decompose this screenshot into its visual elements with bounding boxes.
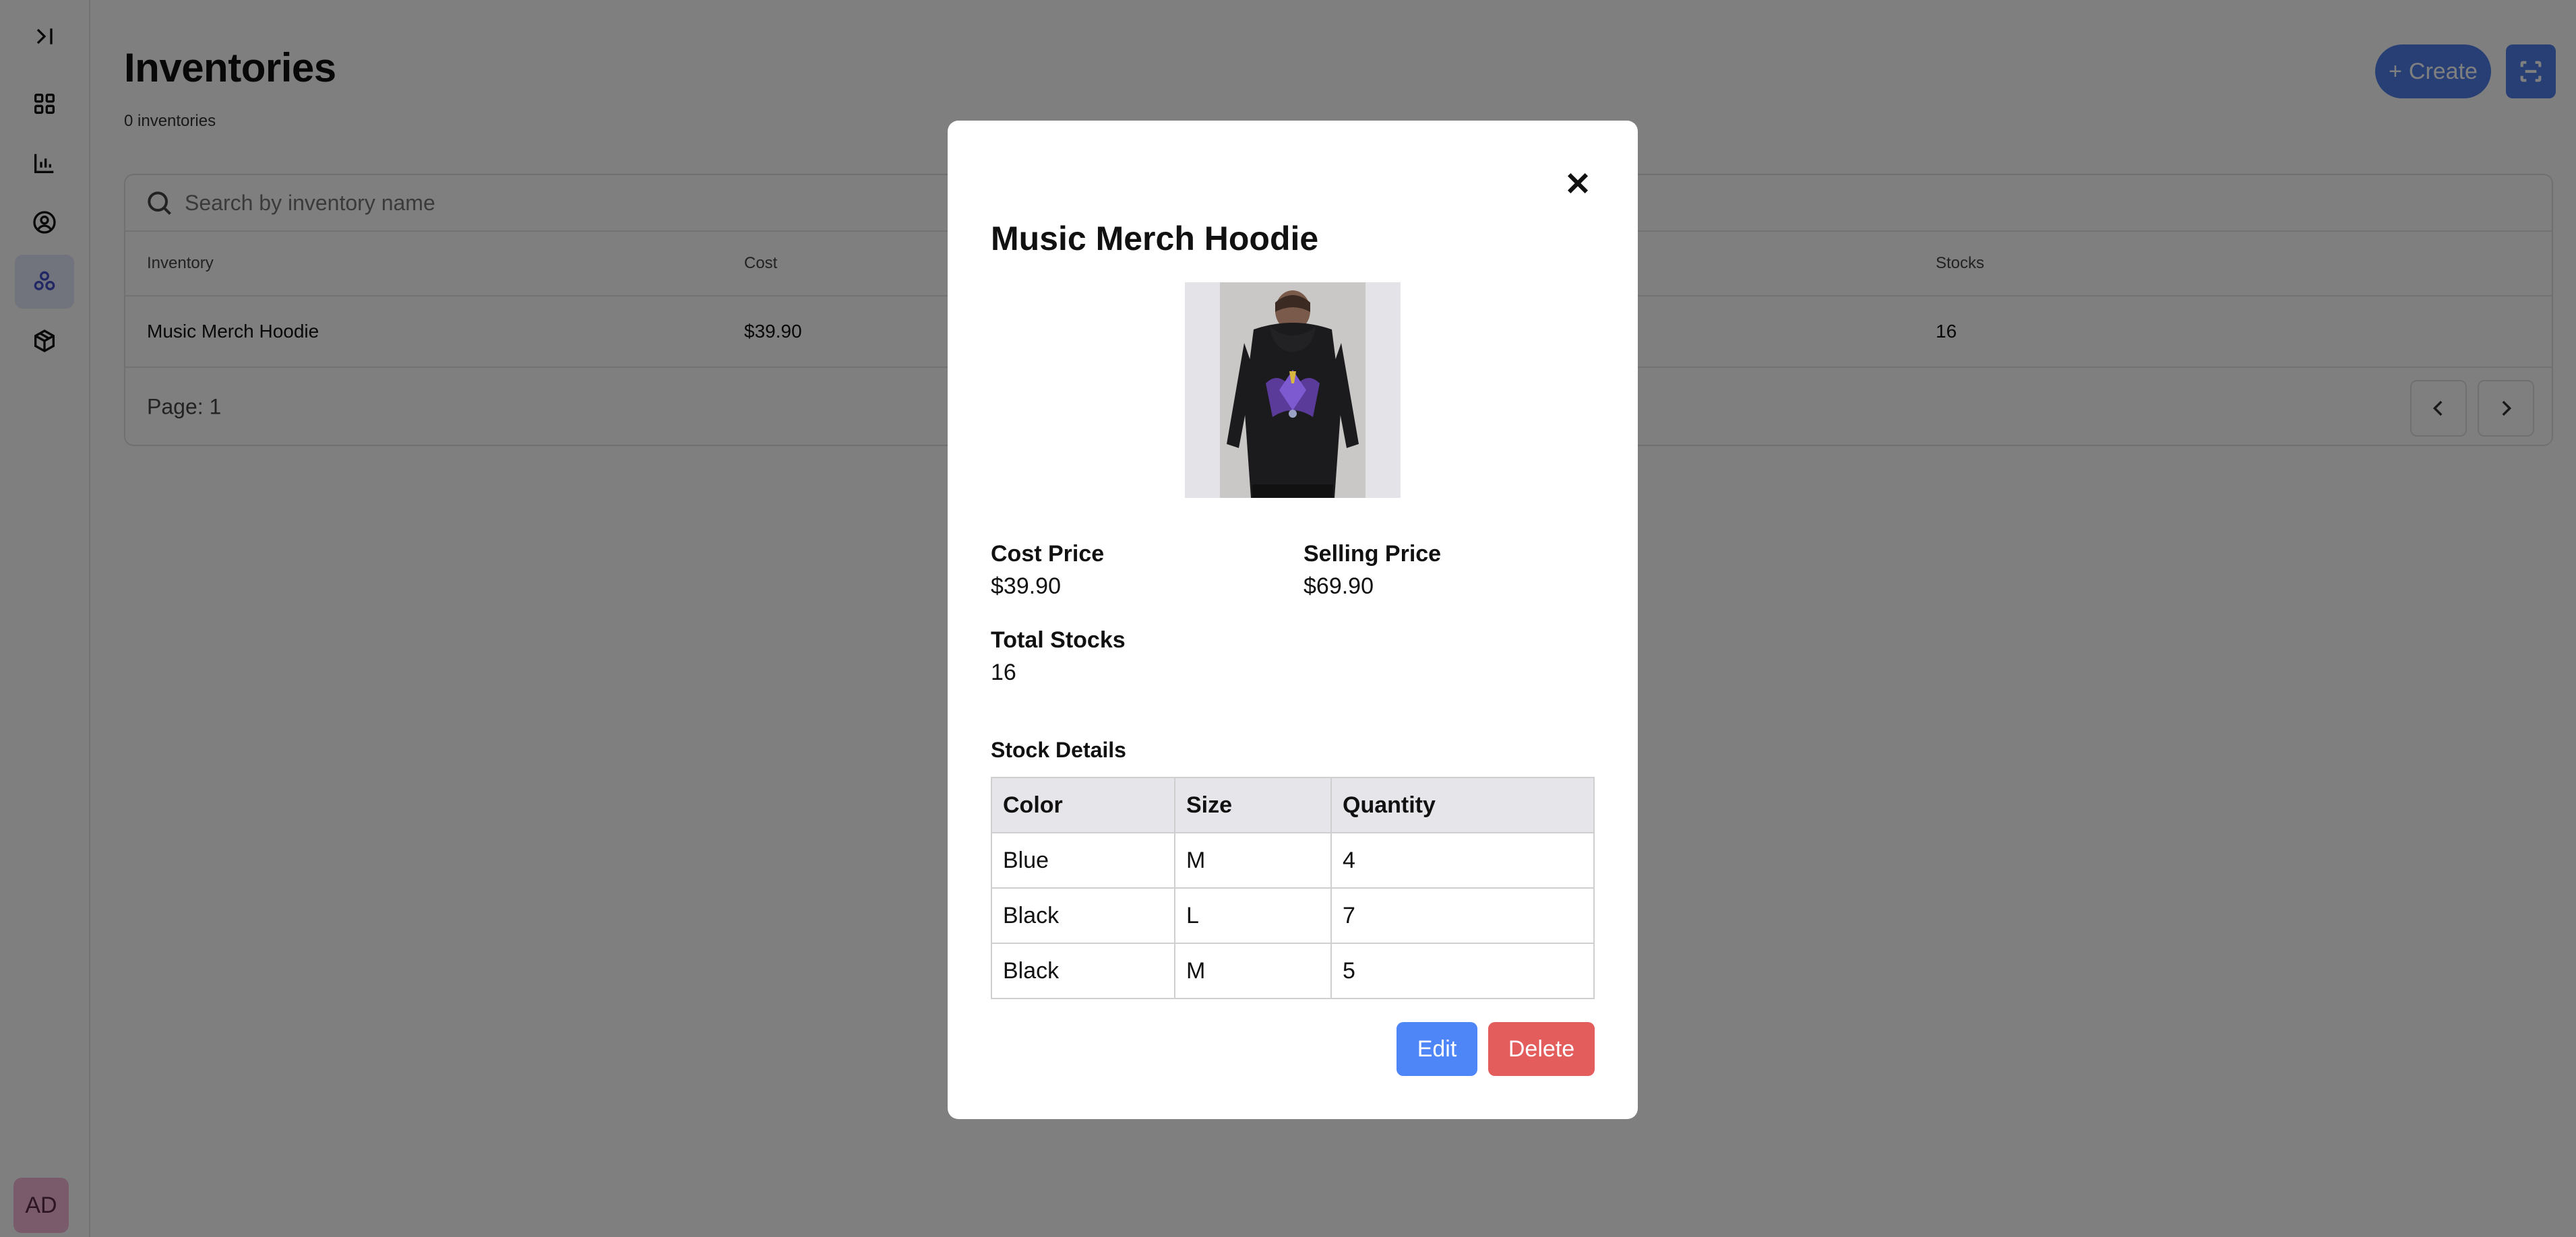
- cell-size: L: [1174, 887, 1332, 944]
- total-stocks-value: 16: [991, 660, 1016, 685]
- table-row: Black L 7: [991, 887, 1595, 944]
- close-icon: [1567, 172, 1589, 194]
- hoodie-photo: [1185, 282, 1401, 498]
- close-button[interactable]: [1557, 162, 1599, 204]
- column-header-size: Size: [1174, 777, 1332, 833]
- cell-quantity: 4: [1330, 832, 1595, 889]
- table-row: Black M 5: [991, 943, 1595, 999]
- cell-quantity: 5: [1330, 943, 1595, 999]
- cell-size: M: [1174, 943, 1332, 999]
- stock-details-title: Stock Details: [991, 738, 1126, 762]
- column-header-quantity: Quantity: [1330, 777, 1595, 833]
- cell-color: Black: [991, 887, 1175, 944]
- stock-details-table: Color Size Quantity Blue M 4 Black L 7 B…: [991, 777, 1595, 999]
- table-row: Blue M 4: [991, 832, 1595, 889]
- delete-button[interactable]: Delete: [1488, 1022, 1595, 1076]
- modal-title: Music Merch Hoodie: [991, 220, 1319, 257]
- inventory-detail-modal: Music Merch Hoodie Cost Price $39.90 Sel…: [948, 121, 1638, 1119]
- cell-color: Blue: [991, 832, 1175, 889]
- cost-price-value: $39.90: [991, 573, 1061, 599]
- edit-button[interactable]: Edit: [1397, 1022, 1477, 1076]
- total-stocks-label: Total Stocks: [991, 627, 1126, 653]
- cost-price-label: Cost Price: [991, 541, 1105, 567]
- column-header-color: Color: [991, 777, 1175, 833]
- cell-size: M: [1174, 832, 1332, 889]
- cell-color: Black: [991, 943, 1175, 999]
- cell-quantity: 7: [1330, 887, 1595, 944]
- product-image: [1185, 282, 1401, 498]
- stock-table-header: Color Size Quantity: [991, 777, 1595, 833]
- selling-price-value: $69.90: [1304, 573, 1374, 599]
- selling-price-label: Selling Price: [1304, 541, 1442, 567]
